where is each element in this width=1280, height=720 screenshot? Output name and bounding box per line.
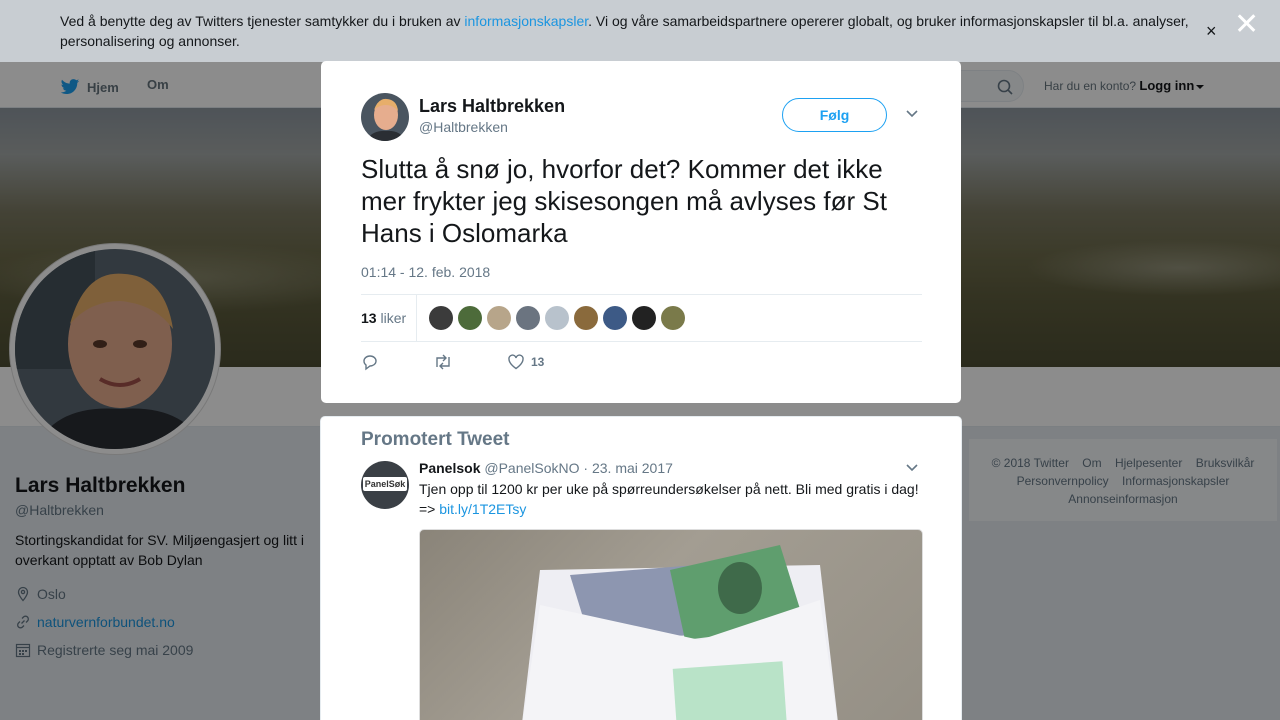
liker-avatar[interactable] [603,306,627,330]
chevron-down-icon[interactable] [905,109,919,119]
reply-button[interactable] [361,353,385,371]
promoted-header: Panelsok @PanelSokNO · 23. mai 2017 [419,460,673,476]
promoted-author-name[interactable]: Panelsok [419,460,480,476]
promoted-avatar[interactable]: PanelSøk [361,461,409,509]
liker-avatar[interactable] [516,306,540,330]
tweet-author-avatar[interactable] [361,93,409,141]
cookie-text-start: Ved å benytte deg av Twitters tjenester … [60,13,465,29]
liker-avatar[interactable] [545,306,569,330]
promoted-link[interactable]: bit.ly/1T2ETsy [439,501,526,517]
heart-icon [508,354,524,370]
liker-avatar[interactable] [574,306,598,330]
tweet-stats: 13 liker [361,294,922,342]
cookie-policy-link[interactable]: informasjonskapsler [464,13,588,29]
tweet-author-handle[interactable]: @Haltbrekken [419,119,508,135]
promoted-image[interactable] [419,529,923,720]
tweet-text: Slutta å snø jo, hvorfor det? Kommer det… [361,154,887,248]
promoted-heading: Promotert Tweet [361,429,510,450]
tweet-author-avatar-image [361,93,409,141]
liker-avatar[interactable] [632,306,656,330]
tweet-author-name[interactable]: Lars Haltbrekken [419,96,565,117]
promoted-date[interactable]: · 23. mai 2017 [583,460,673,476]
like-button[interactable]: 13 [507,353,544,371]
likes-label: liker [380,310,407,326]
tweet-dialog: Lars Haltbrekken @Haltbrekken Følg Slutt… [321,61,961,403]
liker-avatars [429,306,690,330]
liker-avatar[interactable] [661,306,685,330]
liker-avatar[interactable] [429,306,453,330]
tweet-actions: 13 [361,353,592,371]
promoted-author-handle[interactable]: @PanelSokNO [484,460,579,476]
modal-close-button[interactable]: ✕ [1234,10,1259,40]
reply-icon [363,355,377,371]
stats-divider [416,295,417,341]
promoted-text: Tjen opp til 1200 kr per uke på spørreun… [419,479,929,519]
promoted-tweet-card: Promotert Tweet PanelSøk Panelsok @Panel… [320,416,962,720]
envelope-photo [522,545,838,720]
like-count: 13 [531,355,545,369]
panelsok-logo: PanelSøk [363,477,407,491]
cookie-banner-text: Ved å benytte deg av Twitters tjenester … [60,11,1195,51]
retweet-button[interactable] [433,353,459,371]
follow-button[interactable]: Følg [782,98,887,132]
likes-number: 13 [361,310,377,326]
tweet-timestamp[interactable]: 01:14 - 12. feb. 2018 [361,264,490,280]
retweet-icon [436,354,450,370]
liker-avatar[interactable] [487,306,511,330]
chevron-down-icon[interactable] [905,463,919,473]
likes-count[interactable]: 13 liker [361,310,406,326]
cookie-close-button[interactable]: × [1206,22,1217,40]
liker-avatar[interactable] [458,306,482,330]
